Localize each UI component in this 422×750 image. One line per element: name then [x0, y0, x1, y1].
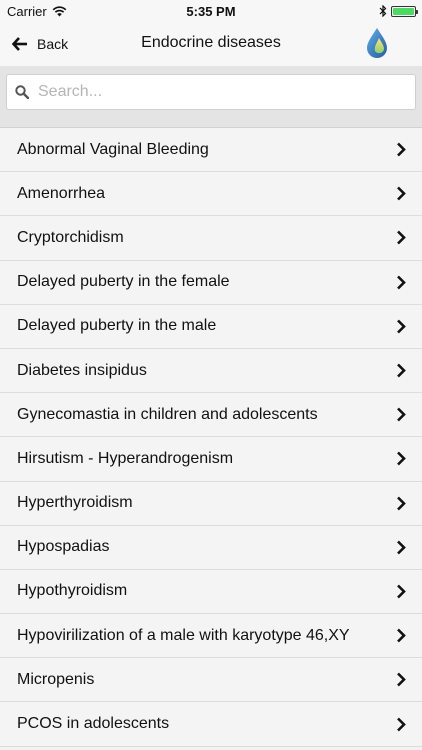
list-item[interactable]: Hypospadias: [0, 525, 422, 570]
list-item-label: Abnormal Vaginal Bleeding: [17, 140, 209, 158]
list-item[interactable]: Hirsutism - Hyperandrogenism: [0, 437, 422, 482]
list-item[interactable]: Amenorrhea: [0, 172, 422, 217]
list-item-label: Amenorrhea: [17, 184, 106, 202]
list-item[interactable]: Hyperthyroidism: [0, 481, 422, 526]
list-item-label: Diabetes insipidus: [17, 361, 147, 379]
app-logo-drop-icon: [367, 28, 387, 58]
search-input[interactable]: [38, 83, 398, 101]
chevron-right-icon: [397, 584, 406, 599]
battery-icon: [391, 5, 418, 17]
chevron-right-icon: [397, 407, 406, 422]
page-title: Endocrine diseases: [141, 34, 281, 51]
chevron-right-icon: [397, 142, 406, 157]
list-item-label: Hypothyroidism: [17, 582, 128, 600]
list-item-label: Micropenis: [17, 670, 95, 688]
chevron-right-icon: [397, 275, 406, 290]
list-item[interactable]: Delayed puberty in the male: [0, 304, 422, 349]
list-item[interactable]: Hypovirilization of a male with karyotyp…: [0, 614, 422, 659]
status-left: Carrier: [7, 4, 67, 19]
list-item[interactable]: Abnormal Vaginal Bleeding: [0, 128, 422, 173]
list-item-label: Delayed puberty in the female: [17, 273, 230, 291]
wifi-icon: [52, 5, 67, 16]
search-area: [0, 66, 422, 128]
list-item[interactable]: Delayed puberty in the female: [0, 260, 422, 305]
carrier-label: Carrier: [7, 3, 47, 19]
chevron-right-icon: [397, 451, 406, 466]
list-item[interactable]: Diabetes insipidus: [0, 348, 422, 394]
chevron-right-icon: [397, 628, 406, 643]
chevron-right-icon: [397, 363, 406, 378]
list-item-label: Hypospadias: [17, 538, 110, 556]
chevron-right-icon: [397, 717, 406, 731]
chevron-right-icon: [397, 540, 406, 555]
chevron-right-icon: [397, 496, 406, 511]
list-item-label: Gynecomastia in children and adolescents: [17, 405, 318, 423]
status-right: [379, 5, 418, 17]
status-bar: Carrier 5:35 PM: [0, 0, 422, 22]
chevron-right-icon: [397, 231, 406, 245]
list-item-label: Hirsutism - Hyperandrogenism: [17, 449, 234, 467]
list-item[interactable]: Cryptorchidism: [0, 216, 422, 261]
list-item-label: Hyperthyroidism: [17, 494, 133, 512]
navigation-bar: Back Endocrine diseases: [0, 22, 422, 66]
disease-list: Abnormal Vaginal Bleeding Amenorrhea Crypt…: [0, 128, 422, 747]
chevron-right-icon: [397, 672, 406, 687]
chevron-right-icon: [397, 186, 406, 201]
list-item[interactable]: PCOS in adolescents: [0, 702, 422, 747]
list-item[interactable]: Micropenis: [0, 658, 422, 703]
bluetooth-icon: [379, 5, 387, 17]
list-item-label: Hypovirilization of a male with karyotyp…: [17, 626, 350, 644]
list-item-label: PCOS in adolescents: [17, 715, 170, 733]
list-item[interactable]: Gynecomastia in children and adolescents: [0, 393, 422, 438]
chevron-right-icon: [397, 319, 406, 334]
battery-fill: [393, 7, 414, 15]
list-item-label: Delayed puberty in the male: [17, 317, 217, 335]
search-icon: [15, 85, 29, 99]
search-box[interactable]: [6, 74, 416, 110]
list-item[interactable]: Hypothyroidism: [0, 569, 422, 615]
list-item-label: Cryptorchidism: [17, 228, 124, 246]
